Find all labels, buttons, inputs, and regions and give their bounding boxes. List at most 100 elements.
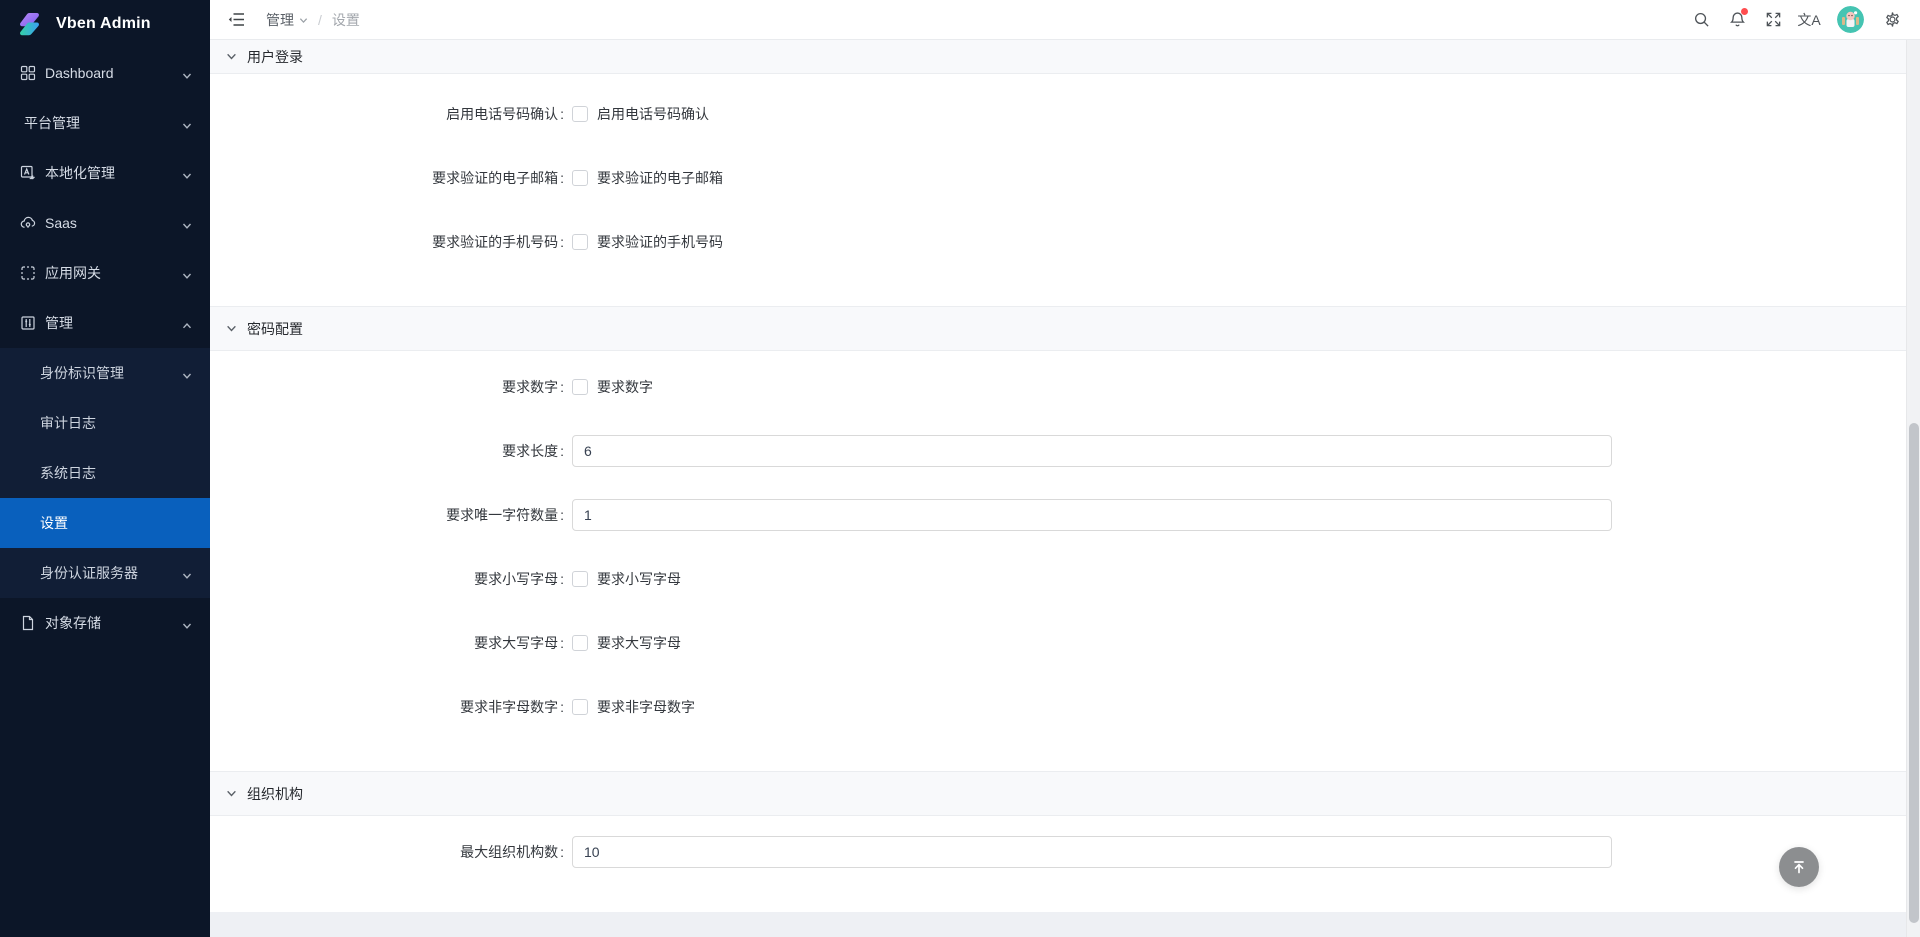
sidebar-item-app-gateway[interactable]: 应用网关 bbox=[0, 248, 210, 298]
chevron-down-icon bbox=[182, 218, 192, 234]
sidebar-item-identity-management[interactable]: 身份标识管理 bbox=[0, 348, 210, 398]
required-length-input[interactable] bbox=[572, 435, 1612, 467]
back-to-top-icon bbox=[1790, 858, 1808, 876]
breadcrumb-current-page: 设置 bbox=[332, 10, 360, 30]
header-actions: 文A bbox=[1685, 4, 1908, 36]
checkbox-label[interactable]: 要求数字 bbox=[597, 377, 653, 397]
require-non-alphanumeric-checkbox[interactable] bbox=[572, 699, 588, 715]
language-icon[interactable]: 文A bbox=[1793, 4, 1825, 36]
chevron-down-icon bbox=[182, 368, 192, 384]
require-digit-checkbox[interactable] bbox=[572, 379, 588, 395]
require-uppercase-checkbox[interactable] bbox=[572, 635, 588, 651]
sidebar-item-identity-server[interactable]: 身份认证服务器 bbox=[0, 548, 210, 598]
scrollbar-thumb[interactable] bbox=[1909, 423, 1919, 923]
form-label: 要求数字 bbox=[210, 377, 572, 397]
checkbox-label[interactable]: 要求验证的手机号码 bbox=[597, 232, 723, 252]
app-window: Vben Admin Dashboard 平台管理 本地化管理 bbox=[0, 0, 1920, 937]
form-row-require-lowercase: 要求小写字母 要求小写字母 bbox=[210, 563, 1906, 595]
form-row-require-uppercase: 要求大写字母 要求大写字母 bbox=[210, 627, 1906, 659]
form-label: 要求唯一字符数量 bbox=[210, 505, 572, 525]
form-label: 要求大写字母 bbox=[210, 633, 572, 653]
breadcrumb: 管理 / 设置 bbox=[266, 10, 360, 30]
app-logo[interactable]: Vben Admin bbox=[0, 0, 210, 48]
sidebar-item-label: 设置 bbox=[40, 513, 210, 533]
form-row-required-length: 要求长度 bbox=[210, 435, 1906, 467]
chevron-up-icon bbox=[182, 318, 192, 334]
sidebar-item-object-storage[interactable]: 对象存储 bbox=[0, 598, 210, 648]
checkbox-label[interactable]: 要求验证的电子邮箱 bbox=[597, 168, 723, 188]
sidebar-item-system-logs[interactable]: 系统日志 bbox=[0, 448, 210, 498]
section-body-organization: 最大组织机构数 bbox=[210, 816, 1906, 912]
sidebar-item-saas[interactable]: Saas bbox=[0, 198, 210, 248]
localization-icon bbox=[20, 165, 36, 181]
dashboard-icon bbox=[20, 65, 36, 81]
section-title: 用户登录 bbox=[247, 47, 303, 67]
require-lowercase-checkbox[interactable] bbox=[572, 571, 588, 587]
form-label: 最大组织机构数 bbox=[210, 842, 572, 862]
checkbox-label[interactable]: 要求非字母数字 bbox=[597, 697, 695, 717]
sidebar-item-label: 审计日志 bbox=[40, 413, 210, 433]
chevron-down-icon bbox=[182, 68, 192, 84]
checkbox-label[interactable]: 要求大写字母 bbox=[597, 633, 681, 653]
sidebar-item-management[interactable]: 管理 bbox=[0, 298, 210, 348]
management-icon bbox=[20, 315, 36, 331]
chevron-down-icon bbox=[182, 618, 192, 634]
fullscreen-icon[interactable] bbox=[1757, 4, 1789, 36]
notification-badge bbox=[1741, 8, 1748, 15]
form-label: 启用电话号码确认 bbox=[210, 104, 572, 124]
form-label: 要求验证的手机号码 bbox=[210, 232, 572, 252]
saas-icon bbox=[20, 215, 36, 231]
sidebar-item-audit-logs[interactable]: 审计日志 bbox=[0, 398, 210, 448]
settings-page: 用户登录 启用电话号码确认 启用电话号码确认 要求验证的电子邮箱 要求验证的电子… bbox=[210, 40, 1906, 937]
phone-confirm-checkbox[interactable] bbox=[572, 106, 588, 122]
sidebar-item-dashboard[interactable]: Dashboard bbox=[0, 48, 210, 98]
notification-bell-icon[interactable] bbox=[1721, 4, 1753, 36]
section-body-password-config: 要求数字 要求数字 要求长度 要求唯一字符数量 bbox=[210, 351, 1906, 771]
vben-logo-icon bbox=[16, 9, 46, 39]
form-row-phone-confirm: 启用电话号码确认 启用电话号码确认 bbox=[210, 98, 1906, 130]
form-row-required-unique-chars: 要求唯一字符数量 bbox=[210, 499, 1906, 531]
search-icon[interactable] bbox=[1685, 4, 1717, 36]
storage-icon bbox=[20, 615, 36, 631]
breadcrumb-section[interactable]: 管理 bbox=[266, 10, 308, 30]
language-glyph: 文A bbox=[1797, 13, 1820, 27]
chevron-down-icon bbox=[226, 51, 237, 62]
vertical-scrollbar[interactable] bbox=[1906, 40, 1920, 937]
section-body-user-login: 启用电话号码确认 启用电话号码确认 要求验证的电子邮箱 要求验证的电子邮箱 要求… bbox=[210, 74, 1906, 306]
chevron-down-icon bbox=[182, 168, 192, 184]
sidebar-item-localization[interactable]: 本地化管理 bbox=[0, 148, 210, 198]
max-organizations-input[interactable] bbox=[572, 836, 1612, 868]
chevron-down-icon bbox=[182, 118, 192, 134]
verified-email-checkbox[interactable] bbox=[572, 170, 588, 186]
form-label: 要求验证的电子邮箱 bbox=[210, 168, 572, 188]
app-title: Vben Admin bbox=[56, 15, 151, 33]
checkbox-label[interactable]: 启用电话号码确认 bbox=[597, 104, 709, 124]
avatar[interactable] bbox=[1837, 6, 1864, 33]
chevron-down-icon bbox=[226, 788, 237, 799]
verified-phone-checkbox[interactable] bbox=[572, 234, 588, 250]
top-header: 管理 / 设置 文A bbox=[210, 0, 1920, 40]
gear-icon[interactable] bbox=[1876, 4, 1908, 36]
sidebar-fold-icon[interactable] bbox=[224, 8, 248, 32]
sidebar-item-label: 系统日志 bbox=[40, 463, 210, 483]
sidebar-item-platform-management[interactable]: 平台管理 bbox=[0, 98, 210, 148]
checkbox-label[interactable]: 要求小写字母 bbox=[597, 569, 681, 589]
sidebar: Vben Admin Dashboard 平台管理 本地化管理 bbox=[0, 0, 210, 937]
management-submenu: 身份标识管理 审计日志 系统日志 设置 身份认证服务器 bbox=[0, 348, 210, 598]
required-unique-chars-input[interactable] bbox=[572, 499, 1612, 531]
section-header-organization[interactable]: 组织机构 bbox=[210, 771, 1906, 816]
section-header-user-login[interactable]: 用户登录 bbox=[210, 40, 1906, 74]
section-title: 组织机构 bbox=[247, 784, 303, 804]
form-row-verified-phone: 要求验证的手机号码 要求验证的手机号码 bbox=[210, 226, 1906, 258]
form-row-require-digit: 要求数字 要求数字 bbox=[210, 371, 1906, 403]
chevron-down-icon bbox=[299, 12, 308, 28]
breadcrumb-separator: / bbox=[318, 12, 322, 28]
chevron-down-icon bbox=[182, 268, 192, 284]
back-to-top-button[interactable] bbox=[1779, 847, 1819, 887]
sidebar-item-settings[interactable]: 设置 bbox=[0, 498, 210, 548]
sidebar-menu: Dashboard 平台管理 本地化管理 Saas bbox=[0, 48, 210, 648]
chevron-down-icon bbox=[226, 323, 237, 334]
form-label: 要求长度 bbox=[210, 441, 572, 461]
section-header-password-config[interactable]: 密码配置 bbox=[210, 306, 1906, 351]
section-title: 密码配置 bbox=[247, 319, 303, 339]
